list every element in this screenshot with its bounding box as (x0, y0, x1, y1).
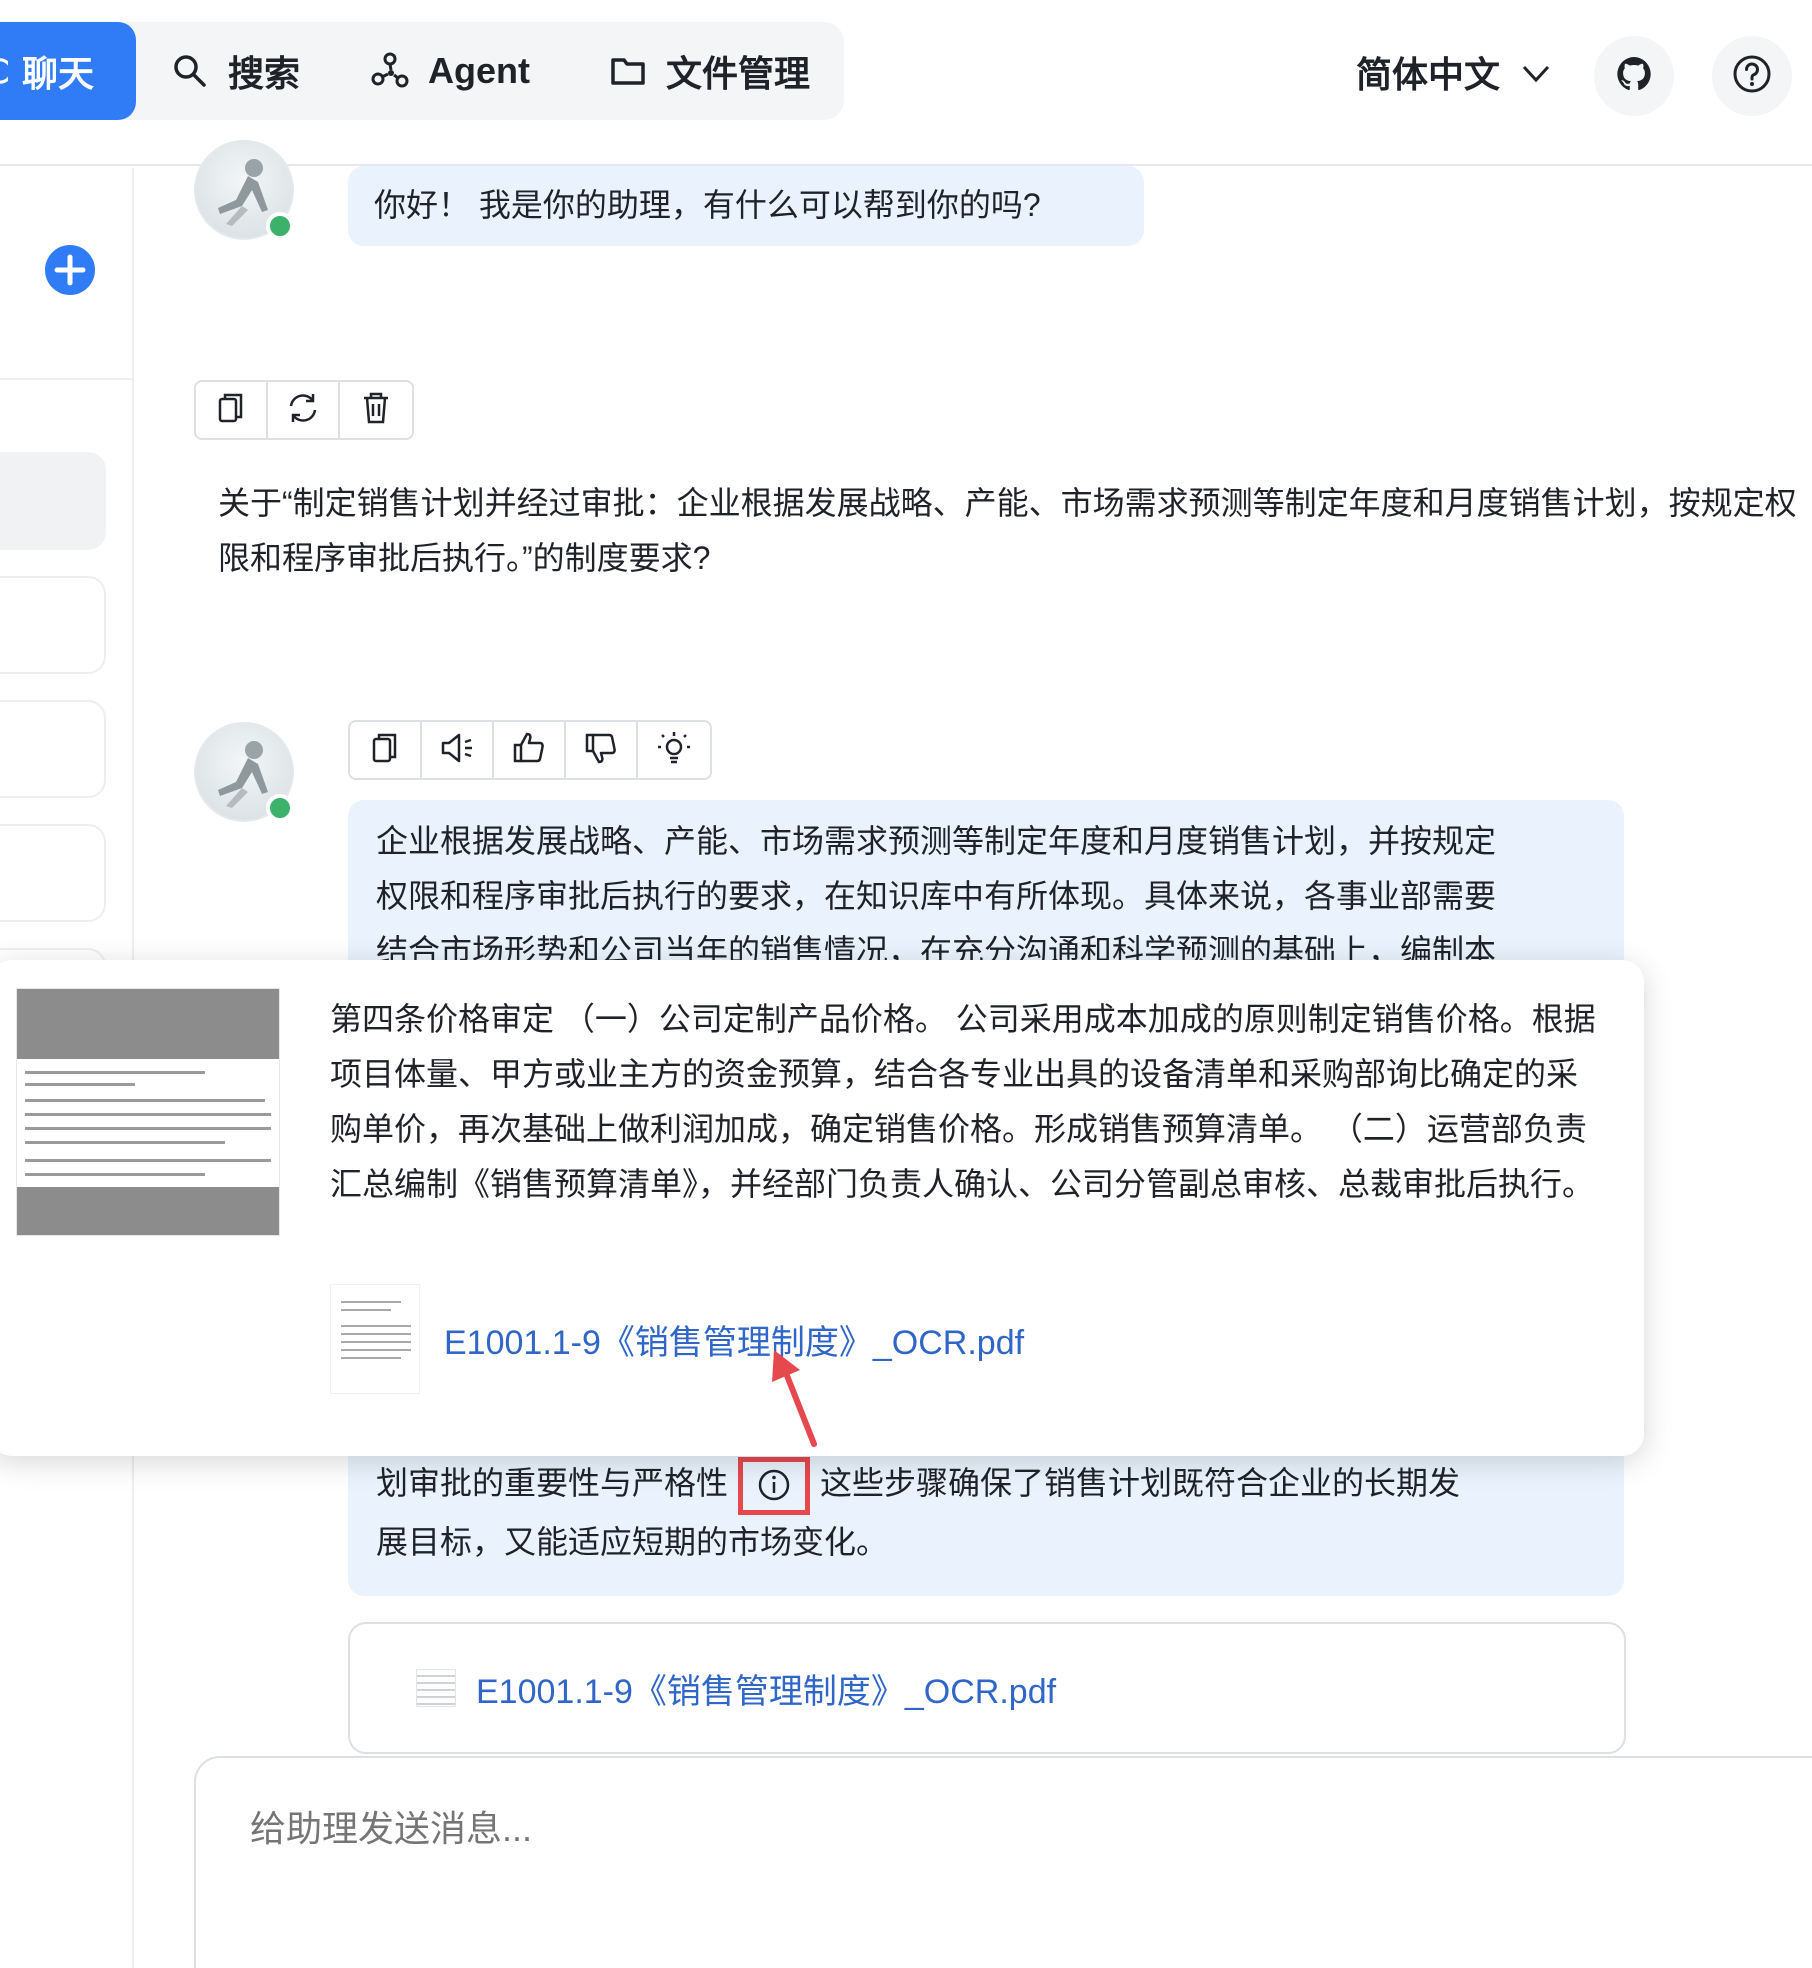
pdf-thumbnail (416, 1669, 456, 1707)
refresh-icon (286, 391, 320, 430)
tab-agent-label: Agent (428, 50, 530, 91)
copy-icon (369, 731, 401, 770)
online-status-dot (266, 212, 294, 240)
delete-button[interactable] (340, 382, 412, 438)
trash-icon (361, 391, 391, 430)
chevron-down-icon (1520, 56, 1552, 88)
answer-tail: 划审批的重要性与严格性 这些步骤确保了销售计划既符合企业的长期发 展目标，又能适应… (376, 1456, 1596, 1570)
document-snippet-image (16, 988, 280, 1236)
copy-icon (215, 391, 247, 430)
user-message: 关于“制定销售计划并经过审批：企业根据发展战略、产能、市场需求预测等制定年度和月… (218, 485, 1797, 576)
tab-file-manager[interactable]: 文件管理 (608, 22, 810, 120)
regenerate-button[interactable] (268, 382, 340, 438)
citation-file-link[interactable]: E1001.1-9《销售管理制度》_OCR.pdf (444, 1315, 1024, 1364)
search-icon (170, 51, 210, 91)
sidebar-divider (0, 378, 134, 380)
answer-line: 展目标，又能适应短期的市场变化。 (376, 1523, 889, 1560)
citation-info-icon[interactable] (738, 1456, 811, 1515)
answer-line: 权限和程序审批后执行的要求，在知识库中有所体现。具体来说，各事业部需要 (376, 878, 1497, 914)
reference-file-card[interactable]: E1001.1-9《销售管理制度》_OCR.pdf (348, 1622, 1626, 1754)
conversation-item[interactable] (0, 700, 106, 798)
read-aloud-button[interactable] (422, 722, 494, 778)
tab-chat[interactable]: 聊天 (0, 22, 136, 120)
folder-icon (608, 51, 648, 91)
help-icon (1732, 54, 1772, 99)
tab-search[interactable]: 搜索 (170, 22, 300, 120)
like-button[interactable] (494, 722, 566, 778)
plus-circle-icon (44, 245, 96, 300)
conversation-item[interactable] (0, 452, 106, 550)
thumbs-down-icon (584, 731, 618, 770)
reference-file-link[interactable]: E1001.1-9《销售管理制度》_OCR.pdf (476, 1664, 1056, 1713)
citation-snippet-text: 第四条价格审定 （一）公司定制产品价格。 公司采用成本加成的原则制定销售价格。根… (330, 1001, 1596, 1202)
language-selector[interactable]: 简体中文 (1356, 42, 1552, 102)
tab-agent[interactable]: Agent (370, 22, 530, 120)
chat-icon (0, 51, 8, 91)
copy-button[interactable] (350, 722, 422, 778)
tab-chat-label: 聊天 (22, 53, 95, 94)
pdf-thumbnail (330, 1284, 420, 1394)
conversation-item[interactable] (0, 824, 106, 922)
thumbs-up-icon (512, 731, 546, 770)
new-chat-button[interactable] (44, 244, 96, 296)
suggest-button[interactable] (638, 722, 710, 778)
citation-file[interactable]: E1001.1-9《销售管理制度》_OCR.pdf (330, 1284, 1024, 1394)
lightbulb-icon (656, 730, 692, 771)
agent-icon (370, 51, 410, 91)
github-icon (1614, 54, 1654, 99)
github-button[interactable] (1594, 36, 1674, 116)
message-input[interactable] (250, 1808, 1750, 1850)
answer-text-before-citation: 划审批的重要性与严格性 (376, 1465, 729, 1501)
copy-button[interactable] (196, 382, 268, 438)
tab-search-label: 搜索 (228, 53, 301, 94)
greeting-bubble: 你好！ 我是你的助理，有什么可以帮到你的吗? (348, 166, 1144, 246)
language-label: 简体中文 (1356, 54, 1501, 95)
speaker-icon (439, 731, 475, 770)
dislike-button[interactable] (566, 722, 638, 778)
user-message-toolbar (194, 380, 414, 440)
help-button[interactable] (1712, 36, 1792, 116)
message-composer (194, 1756, 1812, 1968)
assistant-avatar (194, 722, 294, 822)
assistant-message-toolbar (348, 720, 712, 780)
answer-text-after-citation: 这些步骤确保了销售计划既符合企业的长期发 (820, 1465, 1461, 1501)
answer-line: 企业根据发展战略、产能、市场需求预测等制定年度和月度销售计划，并按规定 (376, 823, 1497, 859)
tab-file-manager-label: 文件管理 (666, 53, 811, 94)
online-status-dot (266, 794, 294, 822)
annotation-arrow-icon (772, 1350, 817, 1447)
conversation-item[interactable] (0, 576, 106, 674)
assistant-avatar (194, 140, 294, 240)
